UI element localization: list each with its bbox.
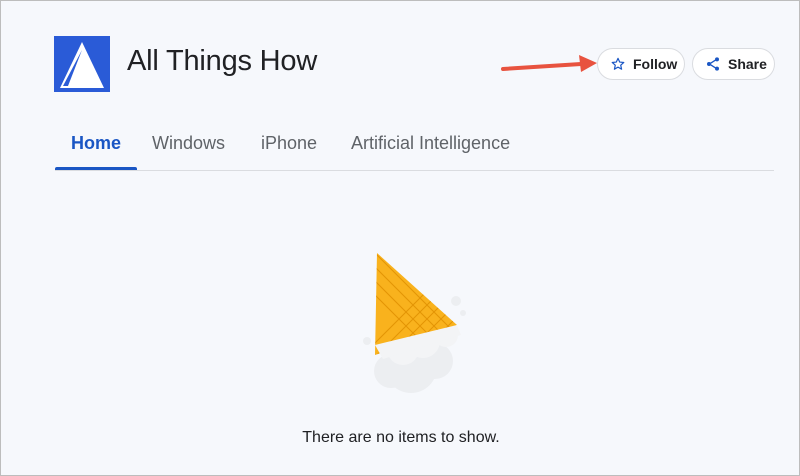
follow-button[interactable]: Follow [597, 48, 685, 80]
share-icon [705, 56, 721, 72]
tabs-divider [55, 170, 774, 171]
site-logo [54, 36, 110, 92]
empty-state-message: There are no items to show. [302, 429, 500, 446]
page-frame: All Things How Follow Share Home Windows… [0, 0, 800, 476]
follow-label: Follow [633, 56, 678, 72]
tab-artificial-intelligence[interactable]: Artificial Intelligence [351, 133, 510, 170]
annotation-arrow [501, 55, 597, 72]
share-label: Share [728, 56, 767, 72]
star-icon [610, 56, 626, 72]
site-title: All Things How [127, 45, 318, 77]
ice-cream-cone-illustration [363, 253, 466, 393]
tab-bar: Home Windows iPhone Artificial Intellige… [55, 133, 774, 173]
tab-iphone[interactable]: iPhone [261, 133, 317, 170]
tab-home[interactable]: Home [71, 133, 121, 170]
tab-windows[interactable]: Windows [152, 133, 225, 170]
share-button[interactable]: Share [692, 48, 775, 80]
